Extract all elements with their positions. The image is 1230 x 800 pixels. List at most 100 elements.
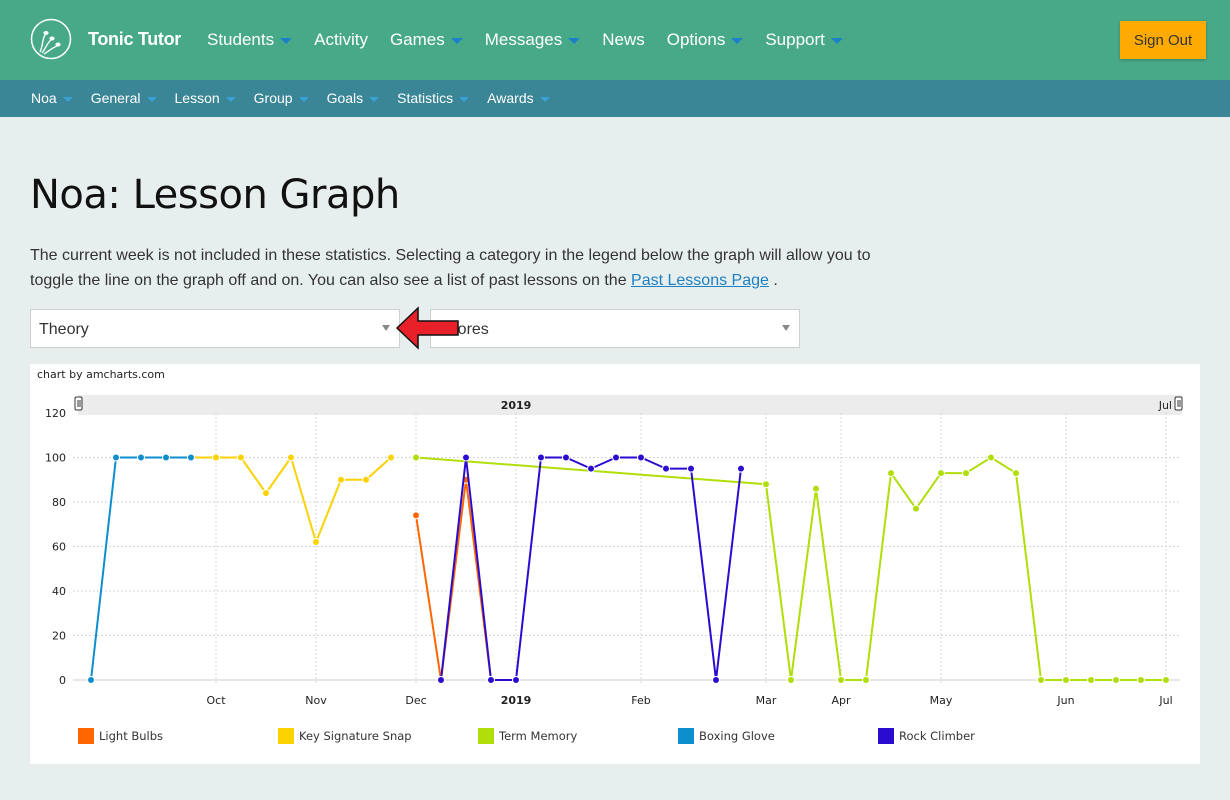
page-title: Noa: Lesson Graph [30, 172, 400, 218]
subnav-item-group[interactable]: Group [254, 90, 309, 106]
y-tick-label: 20 [52, 630, 66, 643]
data-point-key-signature-snap[interactable] [337, 475, 345, 484]
data-point-rock-climber[interactable] [687, 464, 695, 473]
data-point-rock-climber[interactable] [487, 676, 495, 684]
data-point-rock-climber[interactable] [712, 676, 720, 684]
data-point-boxing-glove[interactable] [112, 453, 120, 462]
metric-select[interactable]: Scores [430, 309, 800, 348]
chart-svg: 2019 Jul 0 20 40 60 80 100 120 Oct Nov Dec 2019 Feb Ma… [45, 395, 1183, 707]
legend-item-boxing-glove[interactable]: Boxing Glove [678, 728, 878, 744]
series-segment-term-memory [990, 456, 1017, 474]
series-segment-rock-climber [440, 457, 467, 681]
x-tick-label: Dec [405, 694, 426, 707]
x-tick-label: Nov [305, 694, 327, 707]
data-point-rock-climber[interactable] [537, 453, 545, 462]
subnav-item-noa[interactable]: Noa [31, 90, 73, 106]
data-point-key-signature-snap[interactable] [387, 453, 395, 462]
series-segment-rock-climber [690, 468, 717, 681]
chart-scrollbar[interactable] [78, 395, 1182, 415]
category-select[interactable]: Theory [30, 309, 400, 348]
data-point-term-memory[interactable] [812, 484, 820, 493]
data-point-boxing-glove[interactable] [137, 453, 145, 462]
y-tick-label: 100 [45, 452, 66, 465]
legend-item-rock-climber[interactable]: Rock Climber [878, 728, 1078, 744]
subnav-item-goals[interactable]: Goals [327, 90, 380, 106]
nav-item-label: News [602, 30, 645, 49]
nav-item-label: Support [765, 30, 825, 49]
legend-item-term-memory[interactable]: Term Memory [478, 728, 678, 744]
data-point-rock-climber[interactable] [462, 453, 470, 462]
data-point-term-memory[interactable] [1012, 469, 1020, 478]
data-point-term-memory[interactable] [1087, 676, 1095, 684]
data-point-rock-climber[interactable] [637, 453, 645, 462]
data-point-key-signature-snap[interactable] [312, 538, 320, 547]
lesson-chart: chart by amcharts.com 2019 Jul 0 20 40 60 80 10… [30, 364, 1200, 764]
y-tick-label: 40 [52, 585, 66, 598]
sign-out-button[interactable]: Sign Out [1120, 21, 1206, 59]
data-point-term-memory[interactable] [987, 453, 995, 462]
nav-item-messages[interactable]: Messages [485, 30, 581, 50]
series-segment-term-memory [965, 456, 992, 474]
subnav-item-label: Statistics [397, 90, 454, 106]
data-point-rock-climber[interactable] [562, 453, 570, 462]
data-point-key-signature-snap[interactable] [287, 453, 295, 462]
nav-item-support[interactable]: Support [765, 30, 843, 50]
data-point-term-memory[interactable] [1062, 676, 1070, 684]
subnav-item-label: Noa [31, 90, 57, 106]
series-segment-key-signature-snap [265, 456, 292, 494]
brand-name[interactable]: Tonic Tutor [88, 29, 181, 50]
series-segment-rock-climber [715, 468, 742, 681]
data-point-key-signature-snap[interactable] [262, 489, 270, 498]
data-point-term-memory[interactable] [912, 504, 920, 513]
y-tick-label: 80 [52, 496, 66, 509]
legend-item-key-signature-snap[interactable]: Key Signature Snap [278, 728, 478, 744]
data-point-boxing-glove[interactable] [162, 453, 170, 462]
caret-down-icon [280, 38, 293, 44]
x-tick-label: 2019 [501, 694, 532, 707]
tonic-tutor-logo-icon[interactable] [30, 18, 72, 60]
data-point-term-memory[interactable] [1112, 676, 1120, 684]
student-subnav: Noa General Lesson Group Goals Statistics Awar… [31, 90, 568, 106]
caret-down-icon [62, 96, 73, 102]
nav-item-students[interactable]: Students [207, 30, 293, 50]
nav-item-games[interactable]: Games [390, 30, 463, 50]
data-point-boxing-glove[interactable] [87, 676, 95, 684]
legend-label: Rock Climber [899, 729, 975, 743]
data-point-key-signature-snap[interactable] [237, 453, 245, 462]
data-point-term-memory[interactable] [787, 676, 795, 684]
subnav-item-lesson[interactable]: Lesson [175, 90, 236, 106]
x-tick-label: Oct [206, 694, 226, 707]
data-point-rock-climber[interactable] [587, 464, 595, 473]
data-point-term-memory[interactable] [837, 676, 845, 684]
dropdown-arrow-icon [782, 325, 790, 331]
data-point-term-memory[interactable] [1162, 676, 1170, 684]
data-point-key-signature-snap[interactable] [362, 475, 370, 484]
data-point-rock-climber[interactable] [612, 453, 620, 462]
data-point-key-signature-snap[interactable] [212, 453, 220, 462]
legend-item-light-bulbs[interactable]: Light Bulbs [78, 728, 278, 744]
data-point-term-memory[interactable] [962, 469, 970, 478]
data-point-light-bulbs[interactable] [412, 511, 420, 520]
past-lessons-link[interactable]: Past Lessons Page [631, 272, 769, 289]
legend-swatch-icon [478, 728, 494, 744]
data-point-term-memory[interactable] [1137, 676, 1145, 684]
data-point-boxing-glove[interactable] [187, 453, 195, 462]
subnav-item-general[interactable]: General [91, 90, 157, 106]
data-point-term-memory[interactable] [862, 676, 870, 684]
subnav-item-statistics[interactable]: Statistics [397, 90, 470, 106]
data-point-rock-climber[interactable] [512, 676, 520, 684]
y-tick-label: 0 [59, 674, 66, 687]
intro-paragraph: The current week is not included in thes… [30, 243, 900, 293]
data-point-term-memory[interactable] [1037, 676, 1045, 684]
nav-item-news[interactable]: News [602, 30, 645, 50]
nav-item-activity[interactable]: Activity [314, 30, 368, 50]
data-point-term-memory[interactable] [762, 480, 770, 489]
data-point-rock-climber[interactable] [662, 464, 670, 473]
data-point-rock-climber[interactable] [737, 464, 745, 473]
data-point-term-memory[interactable] [887, 469, 895, 478]
subnav-item-awards[interactable]: Awards [487, 90, 550, 106]
data-point-rock-climber[interactable] [437, 676, 445, 684]
nav-item-options[interactable]: Options [667, 30, 744, 50]
data-point-term-memory[interactable] [412, 453, 420, 462]
data-point-term-memory[interactable] [937, 469, 945, 478]
